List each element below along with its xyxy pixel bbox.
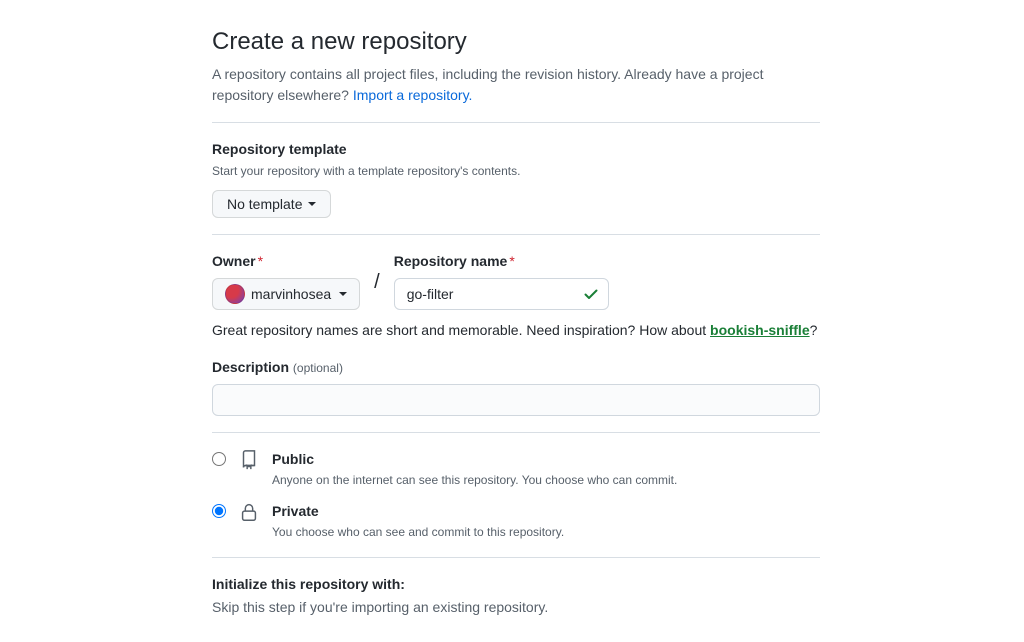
divider [212, 122, 820, 123]
public-radio[interactable] [212, 452, 226, 466]
subtitle-text: A repository contains all project files,… [212, 66, 763, 103]
optional-label: (optional) [293, 361, 343, 375]
public-title: Public [272, 449, 677, 470]
caret-down-icon [308, 202, 316, 206]
check-icon [583, 286, 599, 302]
private-title: Private [272, 501, 564, 522]
required-asterisk: * [258, 253, 263, 269]
page-title: Create a new repository [212, 24, 820, 60]
initialize-sub: Skip this step if you're importing an ex… [212, 597, 820, 618]
suggested-name-link[interactable]: bookish-sniffle [710, 322, 810, 338]
divider [212, 432, 820, 433]
name-hint: Great repository names are short and mem… [212, 320, 820, 341]
import-repository-link[interactable]: Import a repository. [353, 87, 473, 103]
page-subtitle: A repository contains all project files,… [212, 64, 820, 106]
reponame-label: Repository name [394, 253, 508, 269]
repo-icon [238, 449, 260, 471]
lock-icon [238, 501, 260, 523]
hint-text: Great repository names are short and mem… [212, 322, 710, 338]
owner-name: marvinhosea [251, 286, 331, 302]
owner-dropdown[interactable]: marvinhosea [212, 278, 360, 310]
caret-down-icon [339, 292, 347, 296]
separator-slash: / [374, 264, 380, 297]
template-dropdown[interactable]: No template [212, 190, 331, 218]
public-desc: Anyone on the internet can see this repo… [272, 471, 677, 489]
description-input[interactable] [212, 384, 820, 416]
repository-name-input[interactable] [394, 278, 609, 310]
private-desc: You choose who can see and commit to thi… [272, 523, 564, 541]
initialize-heading: Initialize this repository with: [212, 574, 820, 595]
hint-suffix: ? [810, 322, 818, 338]
private-radio[interactable] [212, 504, 226, 518]
description-label: Description [212, 359, 289, 375]
divider [212, 557, 820, 558]
divider [212, 234, 820, 235]
owner-label: Owner [212, 253, 256, 269]
required-asterisk: * [509, 253, 514, 269]
template-label: Repository template [212, 139, 820, 160]
template-desc: Start your repository with a template re… [212, 162, 820, 180]
avatar [225, 284, 245, 304]
template-dropdown-label: No template [227, 196, 302, 212]
